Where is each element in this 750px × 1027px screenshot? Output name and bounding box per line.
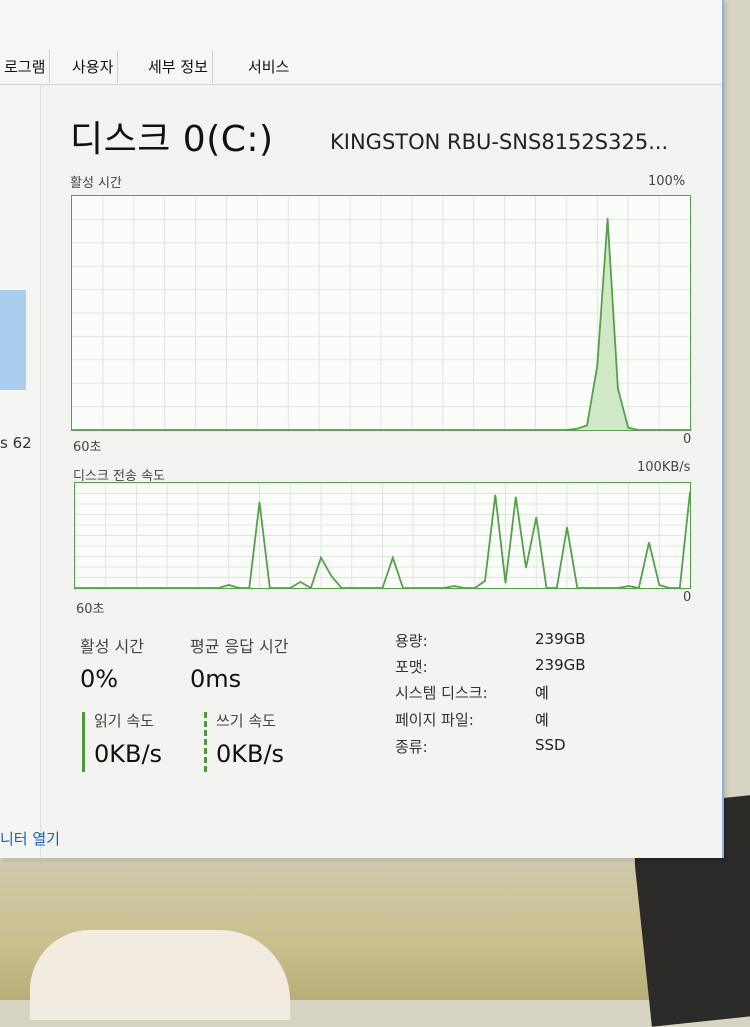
capacity-label: 용량: xyxy=(395,632,428,650)
data-point xyxy=(504,582,507,584)
left-pane-label: s 62 xyxy=(0,434,32,452)
tab-services[interactable]: 서비스 xyxy=(244,50,293,83)
left-pane xyxy=(0,85,41,858)
write-speed-legend-line xyxy=(204,712,207,772)
type-label: 종류: xyxy=(395,738,428,756)
data-point xyxy=(617,388,619,390)
data-point xyxy=(596,365,598,367)
write-speed-label: 쓰기 속도 xyxy=(216,712,276,730)
activity-chart-svg xyxy=(72,196,690,430)
page-file-label: 페이지 파일: xyxy=(395,711,474,729)
task-manager-window: 로그램 사용자 세부 정보 서비스 s 62 디스크 0(C:) KINGSTO… xyxy=(0,0,724,858)
left-pane-selected-item[interactable] xyxy=(0,290,26,390)
data-point xyxy=(392,557,394,559)
activity-time-chart xyxy=(71,195,691,431)
transfer-chart-max: 100KB/s xyxy=(637,460,691,475)
transfer-chart-min: 0 xyxy=(683,590,692,605)
read-speed-legend-line xyxy=(82,712,85,772)
active-time-value: 0% xyxy=(80,665,119,693)
data-point xyxy=(566,526,568,528)
page-file-value: 예 xyxy=(535,711,549,729)
data-point xyxy=(484,580,486,582)
data-point xyxy=(330,575,332,577)
format-value: 239GB xyxy=(535,656,586,674)
data-point xyxy=(607,217,609,219)
cloud-decoration xyxy=(30,930,290,1020)
title-bar xyxy=(0,0,722,50)
data-point xyxy=(228,584,230,586)
format-label: 포맷: xyxy=(395,658,428,676)
data-point xyxy=(658,584,660,586)
response-time-value: 0ms xyxy=(190,665,242,693)
data-point xyxy=(515,496,517,498)
type-value: SSD xyxy=(535,736,566,754)
write-speed-value: 0KB/s xyxy=(216,740,285,768)
transfer-rate-chart xyxy=(74,482,691,589)
data-point xyxy=(576,428,578,430)
tab-users[interactable]: 사용자 xyxy=(68,50,119,83)
system-disk-value: 예 xyxy=(535,684,549,702)
data-point xyxy=(648,541,650,544)
tab-strip: 로그램 사용자 세부 정보 서비스 xyxy=(0,50,722,85)
response-time-label: 평균 응답 시간 xyxy=(190,637,289,656)
capacity-value: 239GB xyxy=(535,630,586,648)
activity-chart-min: 0 xyxy=(683,432,692,447)
transfer-chart-time: 60초 xyxy=(76,602,105,617)
activity-chart-label: 활성 시간 xyxy=(70,176,122,191)
data-point xyxy=(299,581,302,583)
activity-chart-time: 60초 xyxy=(73,440,102,455)
data-point xyxy=(453,585,455,587)
open-resource-monitor-link[interactable]: 니터 열기 xyxy=(0,828,60,849)
read-speed-value: 0KB/s xyxy=(94,740,163,768)
read-speed-label: 읽기 속도 xyxy=(94,712,154,730)
data-point xyxy=(627,427,629,429)
data-point xyxy=(627,585,630,587)
data-point xyxy=(535,516,537,518)
activity-chart-max: 100% xyxy=(648,174,686,189)
tab-programs[interactable]: 로그램 xyxy=(0,50,51,83)
disk-model: KINGSTON RBU-SNS8152S325... xyxy=(330,130,669,154)
data-point xyxy=(494,494,496,496)
page-title: 디스크 0(C:) xyxy=(70,119,274,160)
tab-details[interactable]: 세부 정보 xyxy=(144,50,213,83)
transfer-chart-svg xyxy=(75,483,690,588)
data-point xyxy=(258,501,261,503)
data-point xyxy=(320,557,322,559)
active-time-label: 활성 시간 xyxy=(80,637,144,656)
data-point xyxy=(525,567,527,569)
system-disk-label: 시스템 디스크: xyxy=(395,684,488,702)
data-point xyxy=(586,424,588,426)
